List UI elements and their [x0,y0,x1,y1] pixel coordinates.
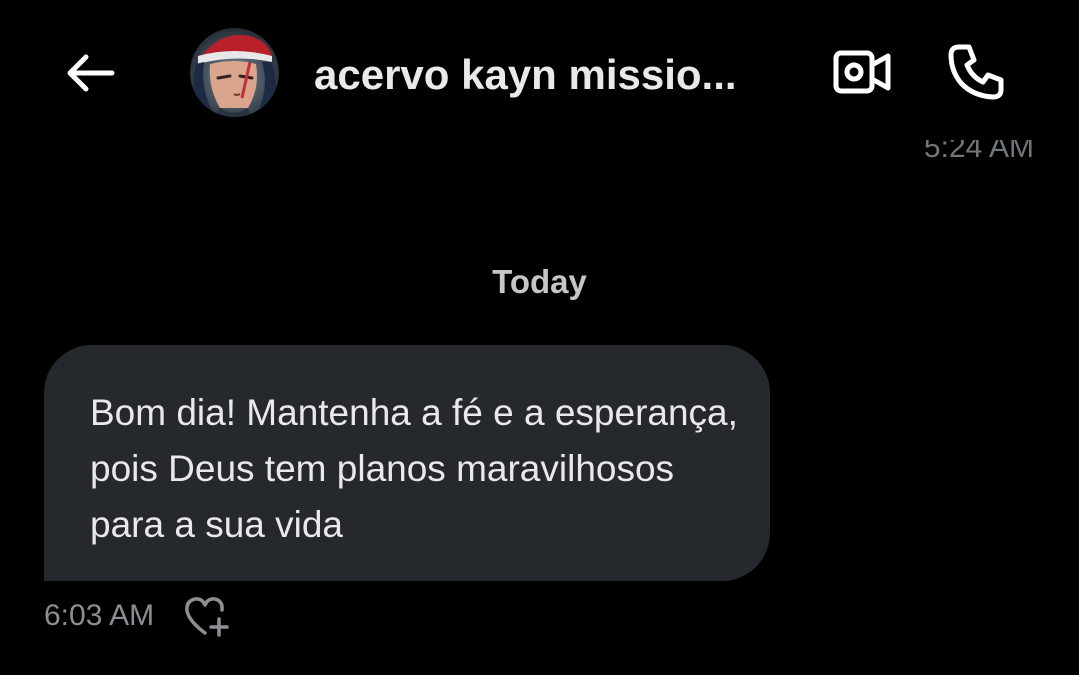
day-divider: Today [492,263,587,300]
conversation-header: acervo kayn missio... [0,0,1079,140]
contact-name[interactable]: acervo kayn missio... [314,50,784,100]
profile-picture [190,28,279,117]
message-text: Bom dia! Mantenha a fé e a esperança, po… [90,392,738,545]
arrow-left-icon [67,54,115,92]
phone-icon [948,44,1004,100]
avatar[interactable] [190,28,279,117]
message-timestamp: 6:03 AM [44,599,155,632]
voice-call-button[interactable] [940,36,1012,108]
heart-plus-icon [185,597,229,637]
video-camera-icon [833,50,891,94]
message-bubble[interactable]: Bom dia! Mantenha a fé e a esperança, po… [44,345,770,581]
video-call-button[interactable] [828,40,896,104]
add-reaction-button[interactable] [182,594,232,638]
back-button[interactable] [60,46,120,100]
